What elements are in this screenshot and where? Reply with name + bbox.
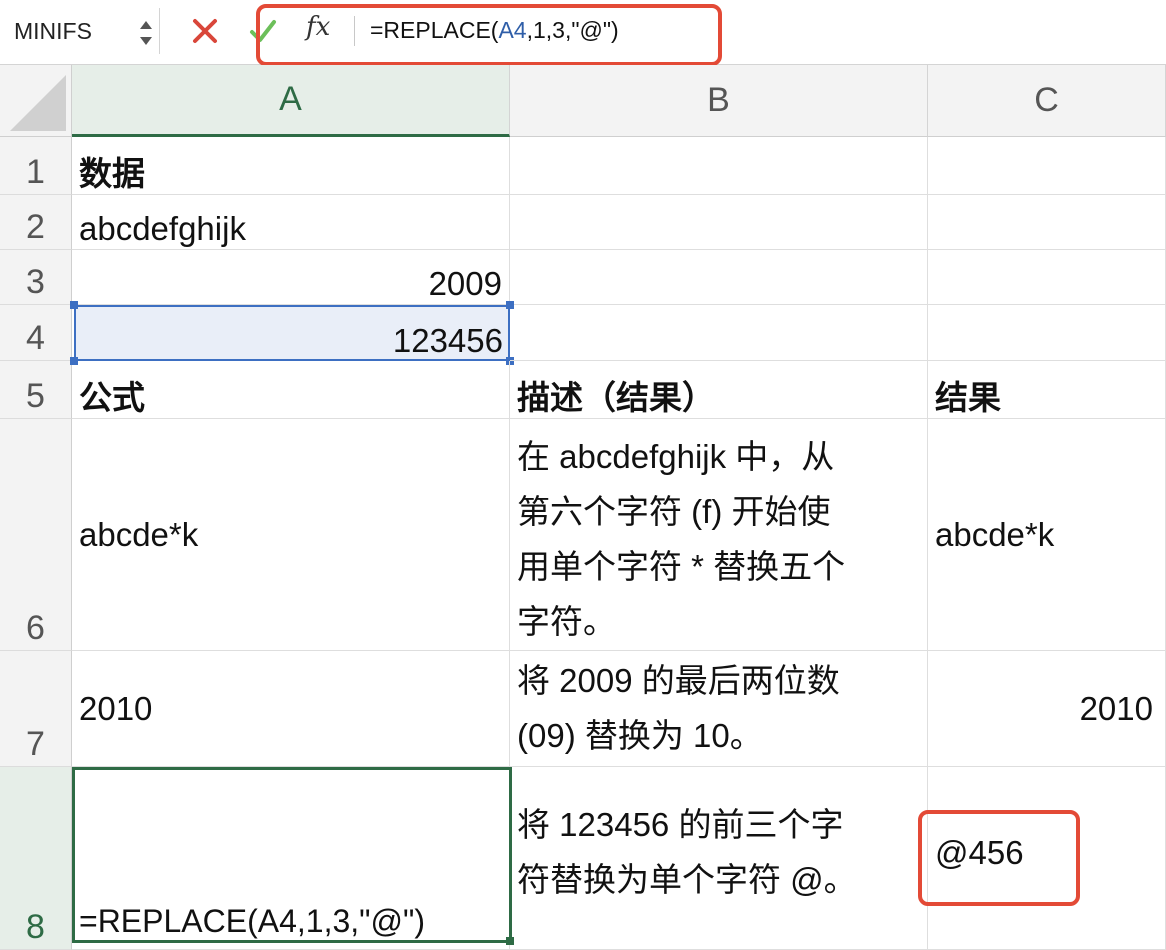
row-header-3[interactable]: 3 <box>0 250 72 305</box>
cell-b2[interactable] <box>510 195 928 250</box>
row-header-8[interactable]: 8 <box>0 767 72 950</box>
formula-highlight-box <box>256 4 722 66</box>
fill-handle[interactable] <box>506 937 514 945</box>
cell-b3[interactable] <box>510 250 928 305</box>
active-cell-border <box>72 767 512 943</box>
row-header-5[interactable]: 5 <box>0 361 72 419</box>
result-highlight-box <box>918 810 1080 906</box>
cell-b6-line: 字符。 <box>517 603 616 640</box>
cell-a5[interactable]: 公式 <box>72 361 510 419</box>
column-header-c[interactable]: C <box>928 65 1166 137</box>
cell-b7-line: 将 2009 的最后两位数 <box>517 662 840 699</box>
name-box-value: MINIFS <box>14 18 92 44</box>
column-header-b[interactable]: B <box>510 65 928 137</box>
cell-b1[interactable] <box>510 137 928 195</box>
cell-c2[interactable] <box>928 195 1166 250</box>
cell-c6[interactable]: abcde*k <box>928 419 1166 651</box>
cell-b5[interactable]: 描述（结果） <box>510 361 928 419</box>
cell-a1[interactable]: 数据 <box>72 137 510 195</box>
cell-a6[interactable]: abcde*k <box>72 419 510 651</box>
cell-b8[interactable]: 将 123456 的前三个字 符替换为单个字符 @。 <box>510 767 928 950</box>
cell-a3[interactable]: 2009 <box>72 250 510 305</box>
cell-b8-line: 符替换为单个字符 @。 <box>517 861 857 898</box>
cell-b7[interactable]: 将 2009 的最后两位数 (09) 替换为 10。 <box>510 651 928 767</box>
cell-b7-line: (09) 替换为 10。 <box>517 717 763 754</box>
cell-b6-line: 用单个字符 * 替换五个 <box>517 548 846 585</box>
cell-c7[interactable]: 2010 <box>928 651 1166 767</box>
cell-b8-line: 将 123456 的前三个字 <box>517 806 844 843</box>
spreadsheet-grid: A B C 1 2 3 4 5 6 7 8 数据 abcdefghijk 200… <box>0 65 1166 950</box>
cell-c3[interactable] <box>928 250 1166 305</box>
cell-a4[interactable]: 123456 <box>72 305 510 361</box>
row-header-1[interactable]: 1 <box>0 137 72 195</box>
name-box-dropdown-icon[interactable] <box>136 16 156 50</box>
row-header-7[interactable]: 7 <box>0 651 72 767</box>
cell-b6[interactable]: 在 abcdefghijk 中，从 第六个字符 (f) 开始使 用单个字符 * … <box>510 419 928 651</box>
formula-bar: MINIFS fx =REPLACE(A4,1,3,"@") <box>0 0 1166 66</box>
cancel-icon[interactable] <box>188 14 222 48</box>
cell-a2[interactable]: abcdefghijk <box>72 195 510 250</box>
cell-c5[interactable]: 结果 <box>928 361 1166 419</box>
row-header-6[interactable]: 6 <box>0 419 72 651</box>
select-all-icon <box>10 75 66 131</box>
cell-b4[interactable] <box>510 305 928 361</box>
cell-b6-line: 在 abcdefghijk 中，从 <box>517 438 835 475</box>
name-box[interactable]: MINIFS <box>0 8 160 54</box>
column-header-a[interactable]: A <box>72 65 510 137</box>
select-all-corner[interactable] <box>0 65 72 137</box>
row-header-4[interactable]: 4 <box>0 305 72 361</box>
cell-a7[interactable]: 2010 <box>72 651 510 767</box>
cell-c1[interactable] <box>928 137 1166 195</box>
row-header-2[interactable]: 2 <box>0 195 72 250</box>
cell-b6-line: 第六个字符 (f) 开始使 <box>517 493 831 530</box>
cell-c4[interactable] <box>928 305 1166 361</box>
